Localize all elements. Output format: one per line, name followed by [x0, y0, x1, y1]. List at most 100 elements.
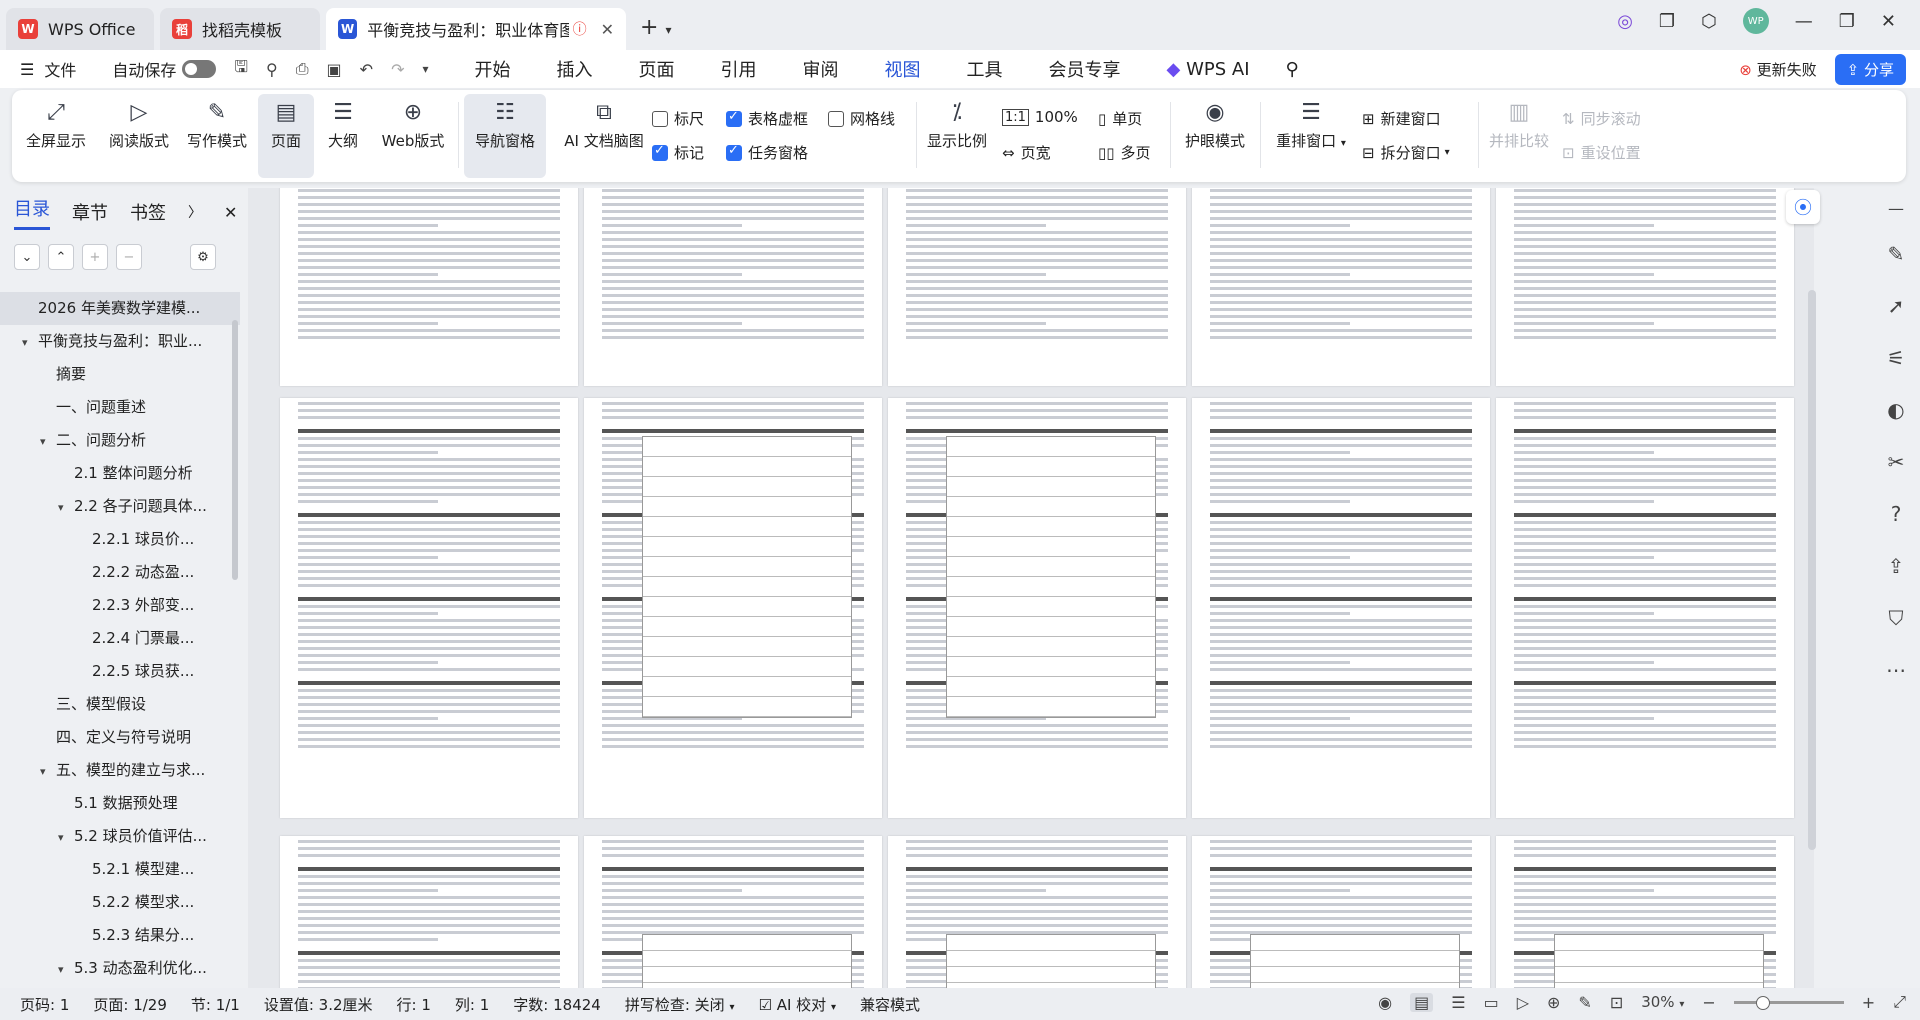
add-icon[interactable]: +	[82, 244, 108, 270]
tab-home[interactable]: 开始	[475, 56, 511, 82]
search-icon[interactable]: ⚲	[1286, 59, 1299, 80]
toc-item[interactable]: ▾ 5.3 动态盈利优化...	[0, 952, 240, 985]
undo-icon[interactable]: ↶	[360, 60, 373, 79]
tab-view[interactable]: 视图	[885, 56, 921, 82]
toc-scrollbar[interactable]	[232, 320, 238, 580]
web-layout-button[interactable]: ⊕ Web版式	[378, 96, 448, 151]
page-thumbnail[interactable]	[280, 836, 578, 988]
toc-item[interactable]: 一、问题重述	[0, 391, 240, 424]
remove-icon[interactable]: −	[116, 244, 142, 270]
tab-template[interactable]: 稻 找稻壳模板	[160, 8, 320, 50]
new-window-button[interactable]: ⊞ 新建窗口	[1362, 108, 1441, 129]
preview-icon[interactable]: ▣	[327, 60, 342, 79]
toc-item[interactable]: ▾ 五、模型的建立与求...	[0, 754, 240, 787]
toc-item[interactable]: 5.1 数据预处理	[0, 787, 240, 820]
toc-item[interactable]: 2.2.4 门票最...	[0, 622, 240, 655]
tab-references[interactable]: 引用	[721, 56, 757, 82]
wps-ai-button[interactable]: ◆ WPS AI	[1167, 59, 1250, 80]
page-width-button[interactable]: ⇔ 页宽	[1002, 142, 1051, 163]
tab-tools[interactable]: 工具	[967, 56, 1003, 82]
close-window-icon[interactable]: ✕	[1881, 11, 1896, 32]
eye-mode-button[interactable]: ◉ 护眼模式	[1178, 96, 1252, 151]
windows-icon[interactable]: ❐	[1659, 11, 1675, 32]
tab-document[interactable]: W 平衡竞技与盈利：职业体育图 ⓘ ✕	[326, 8, 626, 50]
cursor-icon[interactable]: ➚	[1872, 280, 1920, 332]
filter-icon[interactable]: ⚙	[190, 244, 216, 270]
page-thumbnail[interactable]	[1496, 188, 1794, 386]
fit-icon[interactable]: ⊡	[1610, 993, 1623, 1012]
share-button[interactable]: ⇪ 分享	[1834, 54, 1906, 85]
page-thumbnail[interactable]	[584, 398, 882, 818]
spellcheck-toggle[interactable]: 拼写检查: 关闭 ▾	[625, 994, 735, 1015]
toc-item[interactable]: ▾ 平衡竞技与盈利：职业...	[0, 325, 240, 358]
outline-status-icon[interactable]: ☰	[1451, 993, 1465, 1012]
shirt-icon[interactable]: ⛉	[1872, 592, 1920, 644]
toc-item[interactable]: 摘要	[0, 358, 240, 391]
toc-item[interactable]: 2026 年美赛数学建模...	[0, 292, 240, 325]
chevron-down-icon[interactable]: ▾	[58, 953, 74, 985]
toc-item[interactable]: 2.2.2 动态盈...	[0, 556, 240, 589]
restore-icon[interactable]: ❐	[1839, 11, 1855, 32]
zoom-slider[interactable]	[1733, 995, 1844, 1010]
close-tab-icon[interactable]: ✕	[601, 20, 614, 39]
toc-item[interactable]: 5.2.2 模型求...	[0, 886, 240, 919]
tab-insert[interactable]: 插入	[557, 56, 593, 82]
page-thumbnail[interactable]	[1192, 398, 1490, 818]
expand-icon[interactable]: ⌃	[48, 244, 74, 270]
page-thumbnail[interactable]	[280, 188, 578, 386]
toc-item[interactable]: 2.1 整体问题分析	[0, 457, 240, 490]
tab-bookmarks[interactable]: 书签	[130, 199, 166, 225]
palette-icon[interactable]: ◐	[1872, 384, 1920, 436]
chevron-down-icon[interactable]: ▾	[22, 326, 38, 358]
toc-item[interactable]: 2.2.5 球员获...	[0, 655, 240, 688]
outline-button[interactable]: ☰ 大纲	[318, 96, 368, 151]
ruler-checkbox[interactable]: 标尺	[652, 108, 704, 129]
zoom-level[interactable]: 30% ▾	[1641, 993, 1684, 1011]
new-tab-icon[interactable]: + ▾	[640, 15, 671, 40]
cloud-icon[interactable]: ⚲	[266, 60, 278, 79]
close-pane-icon[interactable]: ✕	[224, 203, 237, 222]
page-thumbnail[interactable]	[1192, 836, 1490, 988]
chevron-down-icon[interactable]: ▾	[58, 491, 74, 523]
toc-item[interactable]: 2.2.3 外部变...	[0, 589, 240, 622]
toc-item[interactable]: ▾ 5.2 球员价值评估...	[0, 820, 240, 853]
more-icon[interactable]: ▾	[422, 62, 428, 76]
tab-layout[interactable]: 页面	[639, 56, 675, 82]
marks-checkbox[interactable]: 标记	[652, 142, 704, 163]
fullscreen-button[interactable]: ⤢ 全屏显示	[26, 96, 86, 151]
tab-review[interactable]: 审阅	[803, 56, 839, 82]
toc-item[interactable]: 2.2.1 球员价...	[0, 523, 240, 556]
edit-icon[interactable]: ✎	[1872, 228, 1920, 280]
tab-member[interactable]: 会员专享	[1049, 56, 1121, 82]
page-thumbnail[interactable]	[888, 398, 1186, 818]
redo-icon[interactable]: ↷	[391, 60, 404, 79]
ai-proof-button[interactable]: ☑ AI 校对 ▾	[758, 994, 836, 1015]
page-thumbnail[interactable]	[888, 836, 1186, 988]
toc-item[interactable]: 三、模型假设	[0, 688, 240, 721]
pen-status-icon[interactable]: ✎	[1578, 993, 1591, 1012]
toc-item[interactable]: ▾ 2.2 各子问题具体...	[0, 490, 240, 523]
save-icon[interactable]: 🖫	[234, 56, 248, 83]
collapse-icon[interactable]: ⌄	[14, 244, 40, 270]
help-icon[interactable]: ?	[1872, 488, 1920, 540]
update-failed-button[interactable]: ⊗ 更新失败	[1739, 59, 1816, 80]
collapse-sidebar-icon[interactable]: —	[1872, 188, 1920, 228]
word-count[interactable]: 字数: 18424	[513, 994, 601, 1015]
reset-position-button[interactable]: ⊡ 重设位置	[1562, 142, 1641, 163]
location-icon[interactable]: ⦿	[1786, 190, 1820, 224]
sliders-icon[interactable]: ⚟	[1872, 332, 1920, 384]
toc-item[interactable]: ▾ 二、问题分析	[0, 424, 240, 457]
chevron-right-icon[interactable]: 〉	[188, 202, 202, 222]
menu-icon[interactable]: ☰	[20, 60, 34, 79]
page-thumbnail[interactable]	[1192, 188, 1490, 386]
page-view-button[interactable]: ▤ 页面	[258, 94, 314, 178]
page-thumbnail[interactable]	[888, 188, 1186, 386]
tab-wps-office[interactable]: W WPS Office	[6, 8, 154, 50]
sync-scroll-button[interactable]: ⇅ 同步滚动	[1562, 108, 1641, 129]
tools-icon[interactable]: ✂	[1872, 436, 1920, 488]
page-thumbnail[interactable]	[584, 188, 882, 386]
page-thumbnail[interactable]	[1496, 398, 1794, 818]
writing-mode-button[interactable]: ✎ 写作模式	[184, 96, 250, 151]
reading-mode-button[interactable]: ▷ 阅读版式	[106, 96, 172, 151]
document-canvas[interactable]	[248, 188, 1814, 988]
